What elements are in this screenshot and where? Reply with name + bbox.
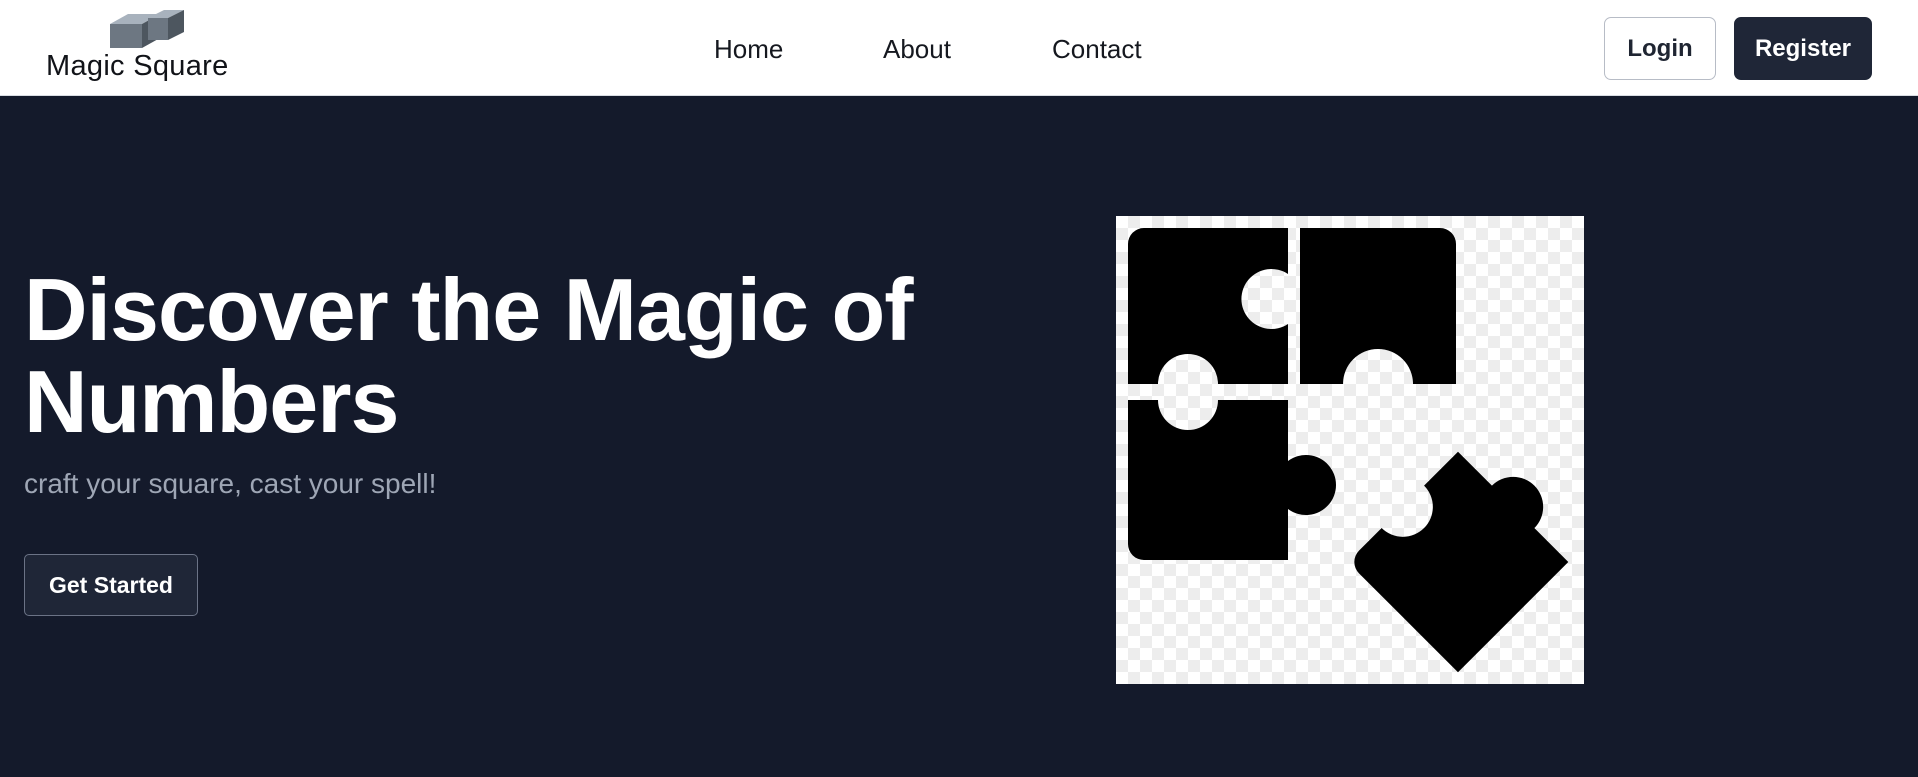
cube-logo-icon <box>110 10 184 48</box>
register-button[interactable]: Register <box>1734 17 1872 80</box>
hero-image <box>1116 216 1584 684</box>
nav-link-home[interactable]: Home <box>714 34 783 65</box>
logo[interactable]: Magic Square <box>46 10 256 86</box>
nav-link-contact[interactable]: Contact <box>1052 34 1142 65</box>
puzzle-pieces-icon <box>1128 228 1569 673</box>
get-started-button[interactable]: Get Started <box>24 554 198 616</box>
nav-link-about[interactable]: About <box>883 34 951 65</box>
brand-name: Magic Square <box>46 50 229 82</box>
hero-subtitle: craft your square, cast your spell! <box>24 468 437 499</box>
hero-title: Discover the Magic of Numbers <box>24 260 914 451</box>
navbar: Magic Square Home About Contact Login Re… <box>0 0 1918 96</box>
hero-section: Discover the Magic of Numbers craft your… <box>0 96 1918 777</box>
login-button[interactable]: Login <box>1604 17 1716 80</box>
